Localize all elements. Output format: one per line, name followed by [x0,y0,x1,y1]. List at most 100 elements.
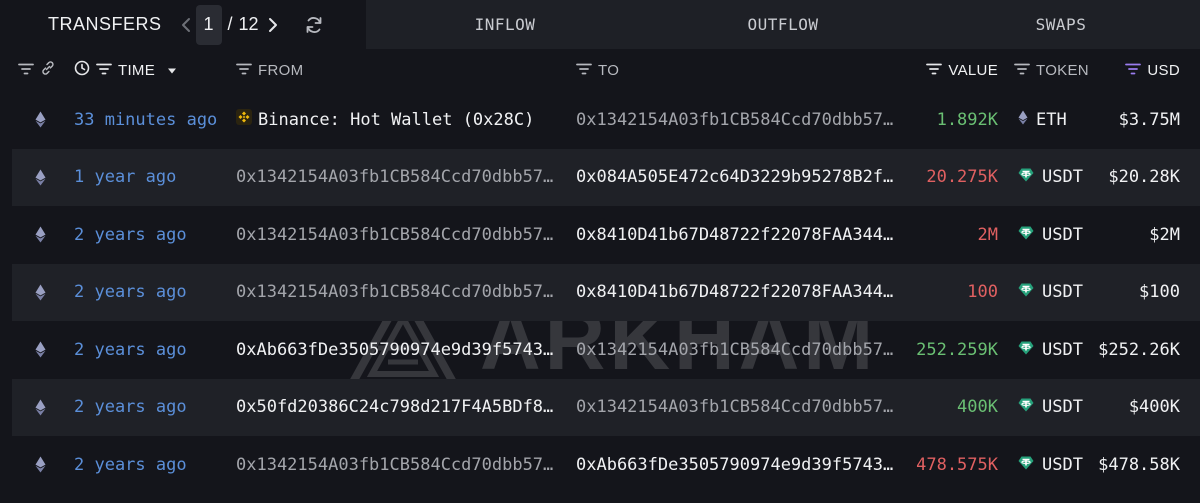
usd-value: $478.58K [1098,454,1180,475]
to-address[interactable]: 0x1342154A03fb1CB584Ccd70dbb57… [576,379,902,437]
filter-icon[interactable] [236,62,252,79]
from-address[interactable]: 0x1342154A03fb1CB584Ccd70dbb57… [236,206,556,264]
value-column-header[interactable]: VALUE [926,49,998,91]
usd-column-header[interactable]: USD [1125,49,1180,91]
tab-bar: TRANSFERS 1 / 12 INFLOW OUTFLOW SWAPS [0,0,1200,49]
ethereum-chain-icon [32,149,48,207]
tab-inflow[interactable]: INFLOW [366,0,644,49]
sort-down-icon[interactable] [167,62,177,79]
table-row[interactable]: 2 years ago 0x1342154A03fb1CB584Ccd70dbb… [12,263,1200,322]
to-address[interactable]: 0x8410D41b67D48722f22078FAA344… [576,206,902,264]
token-symbol: USDT [1042,282,1083,303]
table-header: TIME FROM TO VALUE TOKEN USD [0,49,1200,91]
usd-value: $2M [1149,224,1180,245]
token[interactable]: USDT [1018,379,1083,437]
usd-value: $3.75M [1118,109,1180,130]
time-link[interactable]: 2 years ago [74,264,187,322]
usdt-icon [1018,167,1034,187]
time-link[interactable]: 2 years ago [74,321,187,379]
value-amount: 252.259K [916,339,998,360]
value-column-label: VALUE [948,61,998,79]
filter-icon[interactable] [576,62,592,79]
to-address[interactable]: 0x084A505E472c64D3229b95278B2f… [576,149,902,207]
usdt-icon [1018,397,1034,417]
from-column-header[interactable]: FROM [236,49,303,91]
time-column-header[interactable]: TIME [74,49,177,91]
value-amount: 400K [957,397,998,418]
usdt-icon [1018,455,1034,475]
from-address[interactable]: 0x1342154A03fb1CB584Ccd70dbb57… [236,436,556,494]
time-link[interactable]: 2 years ago [74,436,187,494]
value-amount: 2M [977,224,998,245]
value-amount: 100 [967,282,998,303]
to-address[interactable]: 0xAb663fDe3505790974e9d39f5743… [576,436,902,494]
value-amount: 1.892K [936,109,998,130]
page-total: 12 [238,14,259,34]
time-link[interactable]: 1 year ago [74,149,176,207]
ethereum-chain-icon [32,206,48,264]
tab-outflow[interactable]: OUTFLOW [644,0,922,49]
pagination: 1 / 12 [176,4,283,45]
filter-icon[interactable] [1125,62,1142,79]
filter-icon[interactable] [96,62,112,79]
table-row[interactable]: 2 years ago 0xAb663fDe3505790974e9d39f57… [0,321,1200,379]
tab-swaps[interactable]: SWAPS [922,0,1200,49]
token-column-label: TOKEN [1036,61,1089,79]
from-address[interactable]: Binance: Hot Wallet (0x28C) [236,91,556,149]
token-symbol: ETH [1036,109,1067,130]
from-address[interactable]: 0x1342154A03fb1CB584Ccd70dbb57… [236,264,556,322]
value-amount: 20.275K [926,167,998,188]
binance-icon [236,109,252,130]
token[interactable]: ETH [1018,91,1067,149]
usd-value: $20.28K [1108,167,1180,188]
usd-value: $400K [1128,397,1180,418]
filter-icon[interactable] [1014,62,1030,79]
link-icon[interactable] [40,60,56,80]
to-column-label: TO [598,61,620,79]
table-row[interactable]: 2 years ago 0x1342154A03fb1CB584Ccd70dbb… [0,206,1200,264]
usd-value: $100 [1139,282,1180,303]
time-link[interactable]: 33 minutes ago [74,91,217,149]
token-symbol: USDT [1042,224,1083,245]
ethereum-chain-icon [32,321,48,379]
from-address[interactable]: 0xAb663fDe3505790974e9d39f5743… [236,321,556,379]
usdt-icon [1018,225,1034,245]
to-address[interactable]: 0x1342154A03fb1CB584Ccd70dbb57… [576,321,902,379]
token[interactable]: USDT [1018,149,1083,207]
to-address[interactable]: 0x1342154A03fb1CB584Ccd70dbb57… [576,91,902,149]
page-current[interactable]: 1 [195,4,222,45]
chevron-right-icon[interactable] [263,15,283,35]
filter-icon[interactable] [18,62,34,79]
time-link[interactable]: 2 years ago [74,206,187,264]
ethereum-chain-icon [32,379,48,437]
token-symbol: USDT [1042,339,1083,360]
ethereum-chain-icon [32,264,48,322]
page-separator: / [227,14,233,34]
time-column-label: TIME [118,61,156,79]
to-column-header[interactable]: TO [576,49,619,91]
chain-column-header[interactable] [18,49,56,91]
usdt-icon [1018,282,1034,302]
table-row[interactable]: 33 minutes ago Binance: Hot Wallet (0x28… [0,91,1200,149]
from-entity-label: Binance: Hot Wallet (0x28C) [258,109,535,130]
eth-icon [1018,110,1028,130]
table-row[interactable]: 1 year ago 0x1342154A03fb1CB584Ccd70dbb5… [12,148,1200,207]
token[interactable]: USDT [1018,321,1083,379]
token-column-header[interactable]: TOKEN [1014,49,1089,91]
to-address[interactable]: 0x8410D41b67D48722f22078FAA344… [576,264,902,322]
table-row[interactable]: 2 years ago 0x50fd20386C24c798d217F4A5BD… [12,378,1200,437]
token[interactable]: USDT [1018,206,1083,264]
ethereum-chain-icon [32,436,48,494]
time-link[interactable]: 2 years ago [74,379,187,437]
from-address[interactable]: 0x50fd20386C24c798d217F4A5BDf8… [236,379,556,437]
refresh-icon[interactable] [303,14,325,36]
table-row[interactable]: 2 years ago 0x1342154A03fb1CB584Ccd70dbb… [0,436,1200,494]
chevron-left-icon[interactable] [176,15,196,35]
token[interactable]: USDT [1018,436,1083,494]
filter-icon[interactable] [926,62,943,79]
token[interactable]: USDT [1018,264,1083,322]
tab-transfers[interactable]: TRANSFERS 1 / 12 [0,0,366,49]
token-symbol: USDT [1042,167,1083,188]
from-address[interactable]: 0x1342154A03fb1CB584Ccd70dbb57… [236,149,556,207]
token-symbol: USDT [1042,454,1083,475]
